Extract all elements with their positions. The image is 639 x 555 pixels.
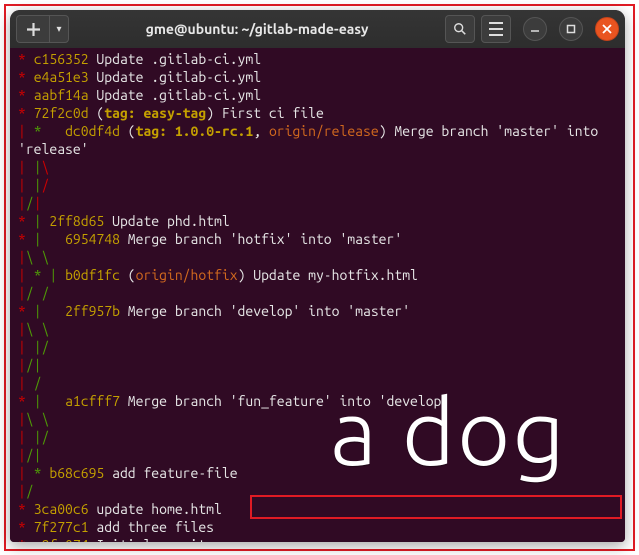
close-button[interactable] [595, 17, 619, 41]
titlebar: ▾ gme@ubuntu: ~/gitlab-made-easy [10, 10, 625, 48]
minimize-button[interactable] [523, 17, 547, 41]
log-line: | * dc0df4d (tag: 1.0.0-rc.1, origin/rel… [18, 122, 617, 140]
search-icon [453, 22, 467, 36]
minimize-icon [530, 24, 540, 34]
hamburger-menu-button[interactable] [481, 15, 511, 43]
log-line: * | 2ff8d65 Update phd.html [18, 212, 617, 230]
terminal-window: ▾ gme@ubuntu: ~/gitlab-made-easy * c1563… [10, 10, 625, 542]
log-line: | * | b0df1fc (origin/hotfix) Update my-… [18, 266, 617, 284]
log-line: | |/ [18, 428, 617, 446]
log-line: * aabf14a Update .gitlab-ci.yml [18, 86, 617, 104]
log-line: * c156352 Update .gitlab-ci.yml [18, 50, 617, 68]
log-line: |\ \ [18, 410, 617, 428]
log-line: |\ \ [18, 320, 617, 338]
window-title: gme@ubuntu: ~/gitlab-made-easy [75, 21, 439, 37]
log-line: |\ \ [18, 248, 617, 266]
log-line: | |/ [18, 338, 617, 356]
log-line: 'release' [18, 140, 617, 158]
log-line: |/| [18, 356, 617, 374]
new-tab-split-button: ▾ [16, 15, 69, 43]
new-tab-menu-button[interactable]: ▾ [49, 15, 69, 43]
log-line: | / [18, 374, 617, 392]
search-button[interactable] [445, 15, 475, 43]
log-line: * | a1cfff7 Merge branch 'fun_feature' i… [18, 392, 617, 410]
log-line: * | 6954748 Merge branch 'hotfix' into '… [18, 230, 617, 248]
log-line: * 72f2c0d (tag: easy-tag) First ci file [18, 104, 617, 122]
log-line: * | 2ff957b Merge branch 'develop' into … [18, 302, 617, 320]
new-tab-button[interactable] [16, 15, 49, 43]
maximize-icon [566, 24, 576, 34]
close-icon [602, 24, 612, 34]
log-line: * e8fc074 Initial commit [18, 536, 617, 542]
log-line: | |/ [18, 176, 617, 194]
log-line: * e4a51e3 Update .gitlab-ci.yml [18, 68, 617, 86]
terminal-output[interactable]: * c156352 Update .gitlab-ci.yml* e4a51e3… [10, 48, 625, 542]
log-line: |/| [18, 194, 617, 212]
log-line: | * b68c695 add feature-file [18, 464, 617, 482]
log-line: | |\ [18, 158, 617, 176]
log-line: |/ / [18, 284, 617, 302]
log-line: * 7f277c1 add three files [18, 518, 617, 536]
log-line: |/| [18, 446, 617, 464]
chevron-down-icon: ▾ [56, 24, 61, 34]
maximize-button[interactable] [559, 17, 583, 41]
hamburger-icon [489, 22, 503, 24]
command-highlight-box [250, 495, 622, 519]
